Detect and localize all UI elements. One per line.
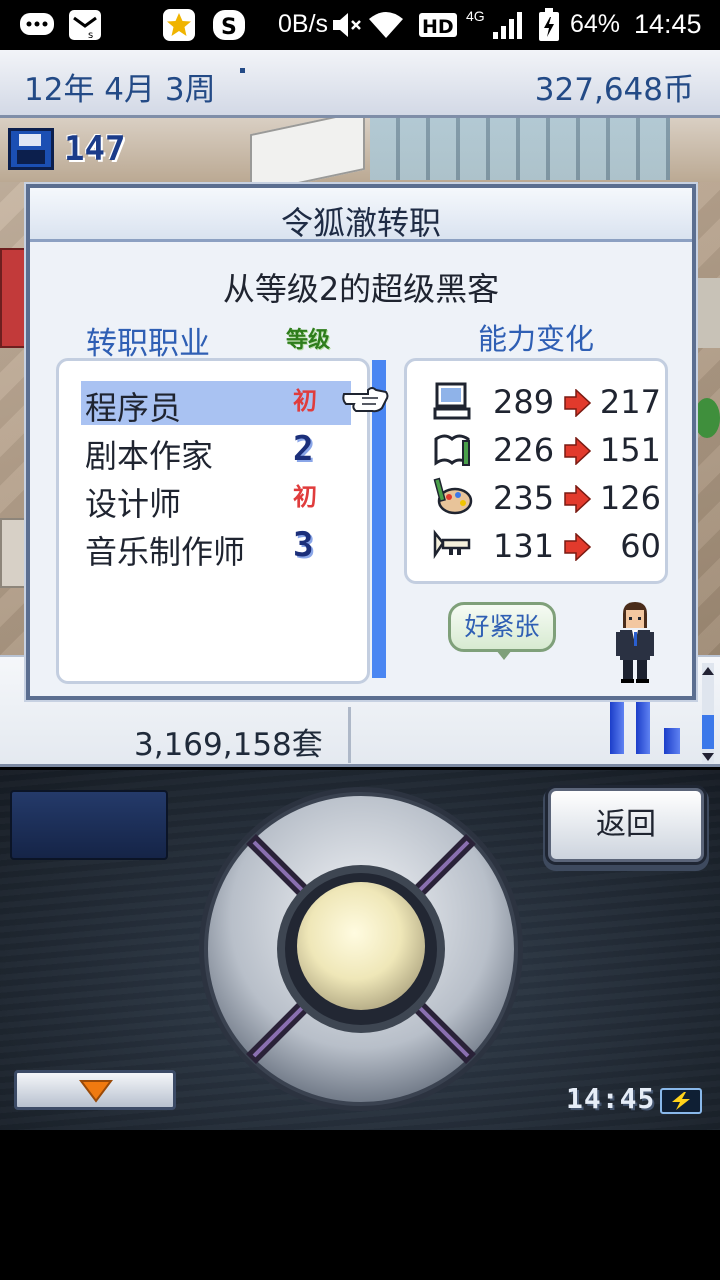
sales-total: 3,169,158套	[134, 727, 323, 763]
status-time: 14:45	[634, 9, 702, 39]
computer-icon	[433, 381, 473, 421]
book-pen-icon	[433, 429, 473, 469]
network-type: 4G	[466, 8, 485, 24]
job-level: 3	[293, 525, 314, 565]
job-column-label: 转职职业	[86, 326, 210, 362]
date-dot	[240, 68, 245, 73]
job-row-scriptwriter[interactable]: 剧本作家 2	[81, 429, 351, 475]
pointing-hand-icon	[342, 384, 390, 414]
sales-bar	[610, 696, 624, 754]
arrow-right-icon	[563, 484, 592, 514]
mute-icon	[330, 8, 364, 42]
floppy-disk-icon	[8, 128, 54, 170]
job-level: 初	[293, 387, 317, 415]
level-column-label: 等级	[286, 328, 331, 353]
trumpet-icon	[433, 525, 473, 565]
strip-scrollbar[interactable]	[702, 663, 714, 763]
triangle-down-icon	[79, 1080, 113, 1103]
svg-text:S: S	[221, 15, 237, 40]
bookshelf	[0, 248, 26, 348]
ability-after: 217	[599, 383, 661, 421]
ability-after: 151	[599, 431, 661, 469]
job-name: 音乐制作师	[85, 533, 246, 571]
sogou-icon: S	[210, 8, 248, 42]
ability-row: 226 151	[429, 427, 661, 471]
svg-text:HD: HD	[422, 16, 454, 38]
scroll-up-icon[interactable]	[702, 667, 714, 675]
strip-divider	[348, 707, 351, 763]
job-level: 2	[293, 429, 314, 469]
arrow-right-icon	[563, 532, 592, 562]
game-top-bar: 12年 4月 3周 327,648币	[0, 50, 720, 118]
strip-scroll-thumb[interactable]	[702, 715, 714, 749]
whiteboard	[250, 118, 365, 195]
save-count: 147	[64, 129, 126, 169]
signal-icon	[490, 8, 526, 42]
job-name: 设计师	[85, 485, 182, 523]
controller-clock: 14:45	[566, 1082, 656, 1115]
employee-character-icon	[612, 600, 658, 684]
ability-after: 126	[599, 479, 661, 517]
game-date: 12年 4月 3周	[24, 72, 216, 108]
screen-bottom	[0, 1130, 720, 1280]
sales-bar	[664, 728, 680, 754]
ability-row: 131 60	[429, 523, 661, 567]
ability-column-label: 能力变化	[478, 322, 595, 356]
ability-before: 131	[493, 527, 555, 565]
job-row-music-producer[interactable]: 音乐制作师 3	[81, 525, 351, 571]
arrow-right-icon	[563, 388, 592, 418]
job-change-dialog: 令狐澈转职 从等级2的超级黑客 转职职业 等级 能力变化 程序员 初 剧本作家 …	[26, 184, 696, 700]
status-bar: s S 0B/s HD 4G 64% 14:45	[0, 0, 720, 50]
ability-before: 226	[493, 431, 555, 469]
office-window	[370, 118, 670, 180]
cabinet-right	[692, 278, 720, 348]
star-app-icon	[160, 8, 198, 42]
virtual-controller: 返回 14:45	[0, 770, 720, 1130]
ability-change-panel: 289 217 226 151 235 126 131 60	[404, 358, 668, 584]
money-counter: 327,648币	[534, 72, 694, 108]
back-button[interactable]: 返回	[548, 788, 704, 862]
dialog-title: 令狐澈转职	[280, 204, 441, 242]
plant	[694, 398, 720, 438]
hd-icon: HD	[418, 8, 458, 42]
battery-percent: 64%	[570, 10, 621, 38]
svg-text:s: s	[88, 30, 93, 41]
charging-battery-icon	[660, 1088, 702, 1114]
job-row-programmer[interactable]: 程序员 初	[81, 381, 351, 427]
job-name: 程序员	[85, 389, 182, 427]
job-level: 初	[293, 483, 317, 511]
ability-row: 289 217	[429, 379, 661, 423]
dpad-center-button	[297, 882, 425, 1010]
job-row-designer[interactable]: 设计师 初	[81, 477, 351, 523]
ability-row: 235 126	[429, 475, 661, 519]
job-list: 程序员 初 剧本作家 2 设计师 初 音乐制作师 3	[56, 358, 370, 684]
sales-bar	[636, 700, 650, 754]
scroll-down-button[interactable]	[14, 1070, 176, 1110]
palette-icon	[433, 477, 473, 517]
chat-icon	[18, 8, 56, 42]
scroll-down-icon[interactable]	[702, 753, 714, 761]
speech-bubble-tail	[496, 650, 512, 660]
battery-icon	[536, 8, 562, 42]
dialog-title-bar: 令狐澈转职	[30, 188, 692, 242]
menu-pad-button[interactable]	[10, 790, 168, 860]
dialog-subtitle: 从等级2的超级黑客	[222, 270, 500, 308]
save-indicator[interactable]: 147	[8, 128, 125, 170]
ability-before: 289	[493, 383, 555, 421]
network-speed: 0B/s	[278, 10, 329, 38]
wifi-icon	[368, 8, 404, 42]
ability-after: 60	[620, 527, 661, 565]
speech-bubble: 好紧张	[448, 602, 556, 652]
job-name: 剧本作家	[85, 437, 214, 475]
arrow-right-icon	[563, 436, 592, 466]
dpad[interactable]	[196, 784, 526, 1114]
mail-icon: s	[66, 8, 104, 42]
ability-before: 235	[493, 479, 555, 517]
